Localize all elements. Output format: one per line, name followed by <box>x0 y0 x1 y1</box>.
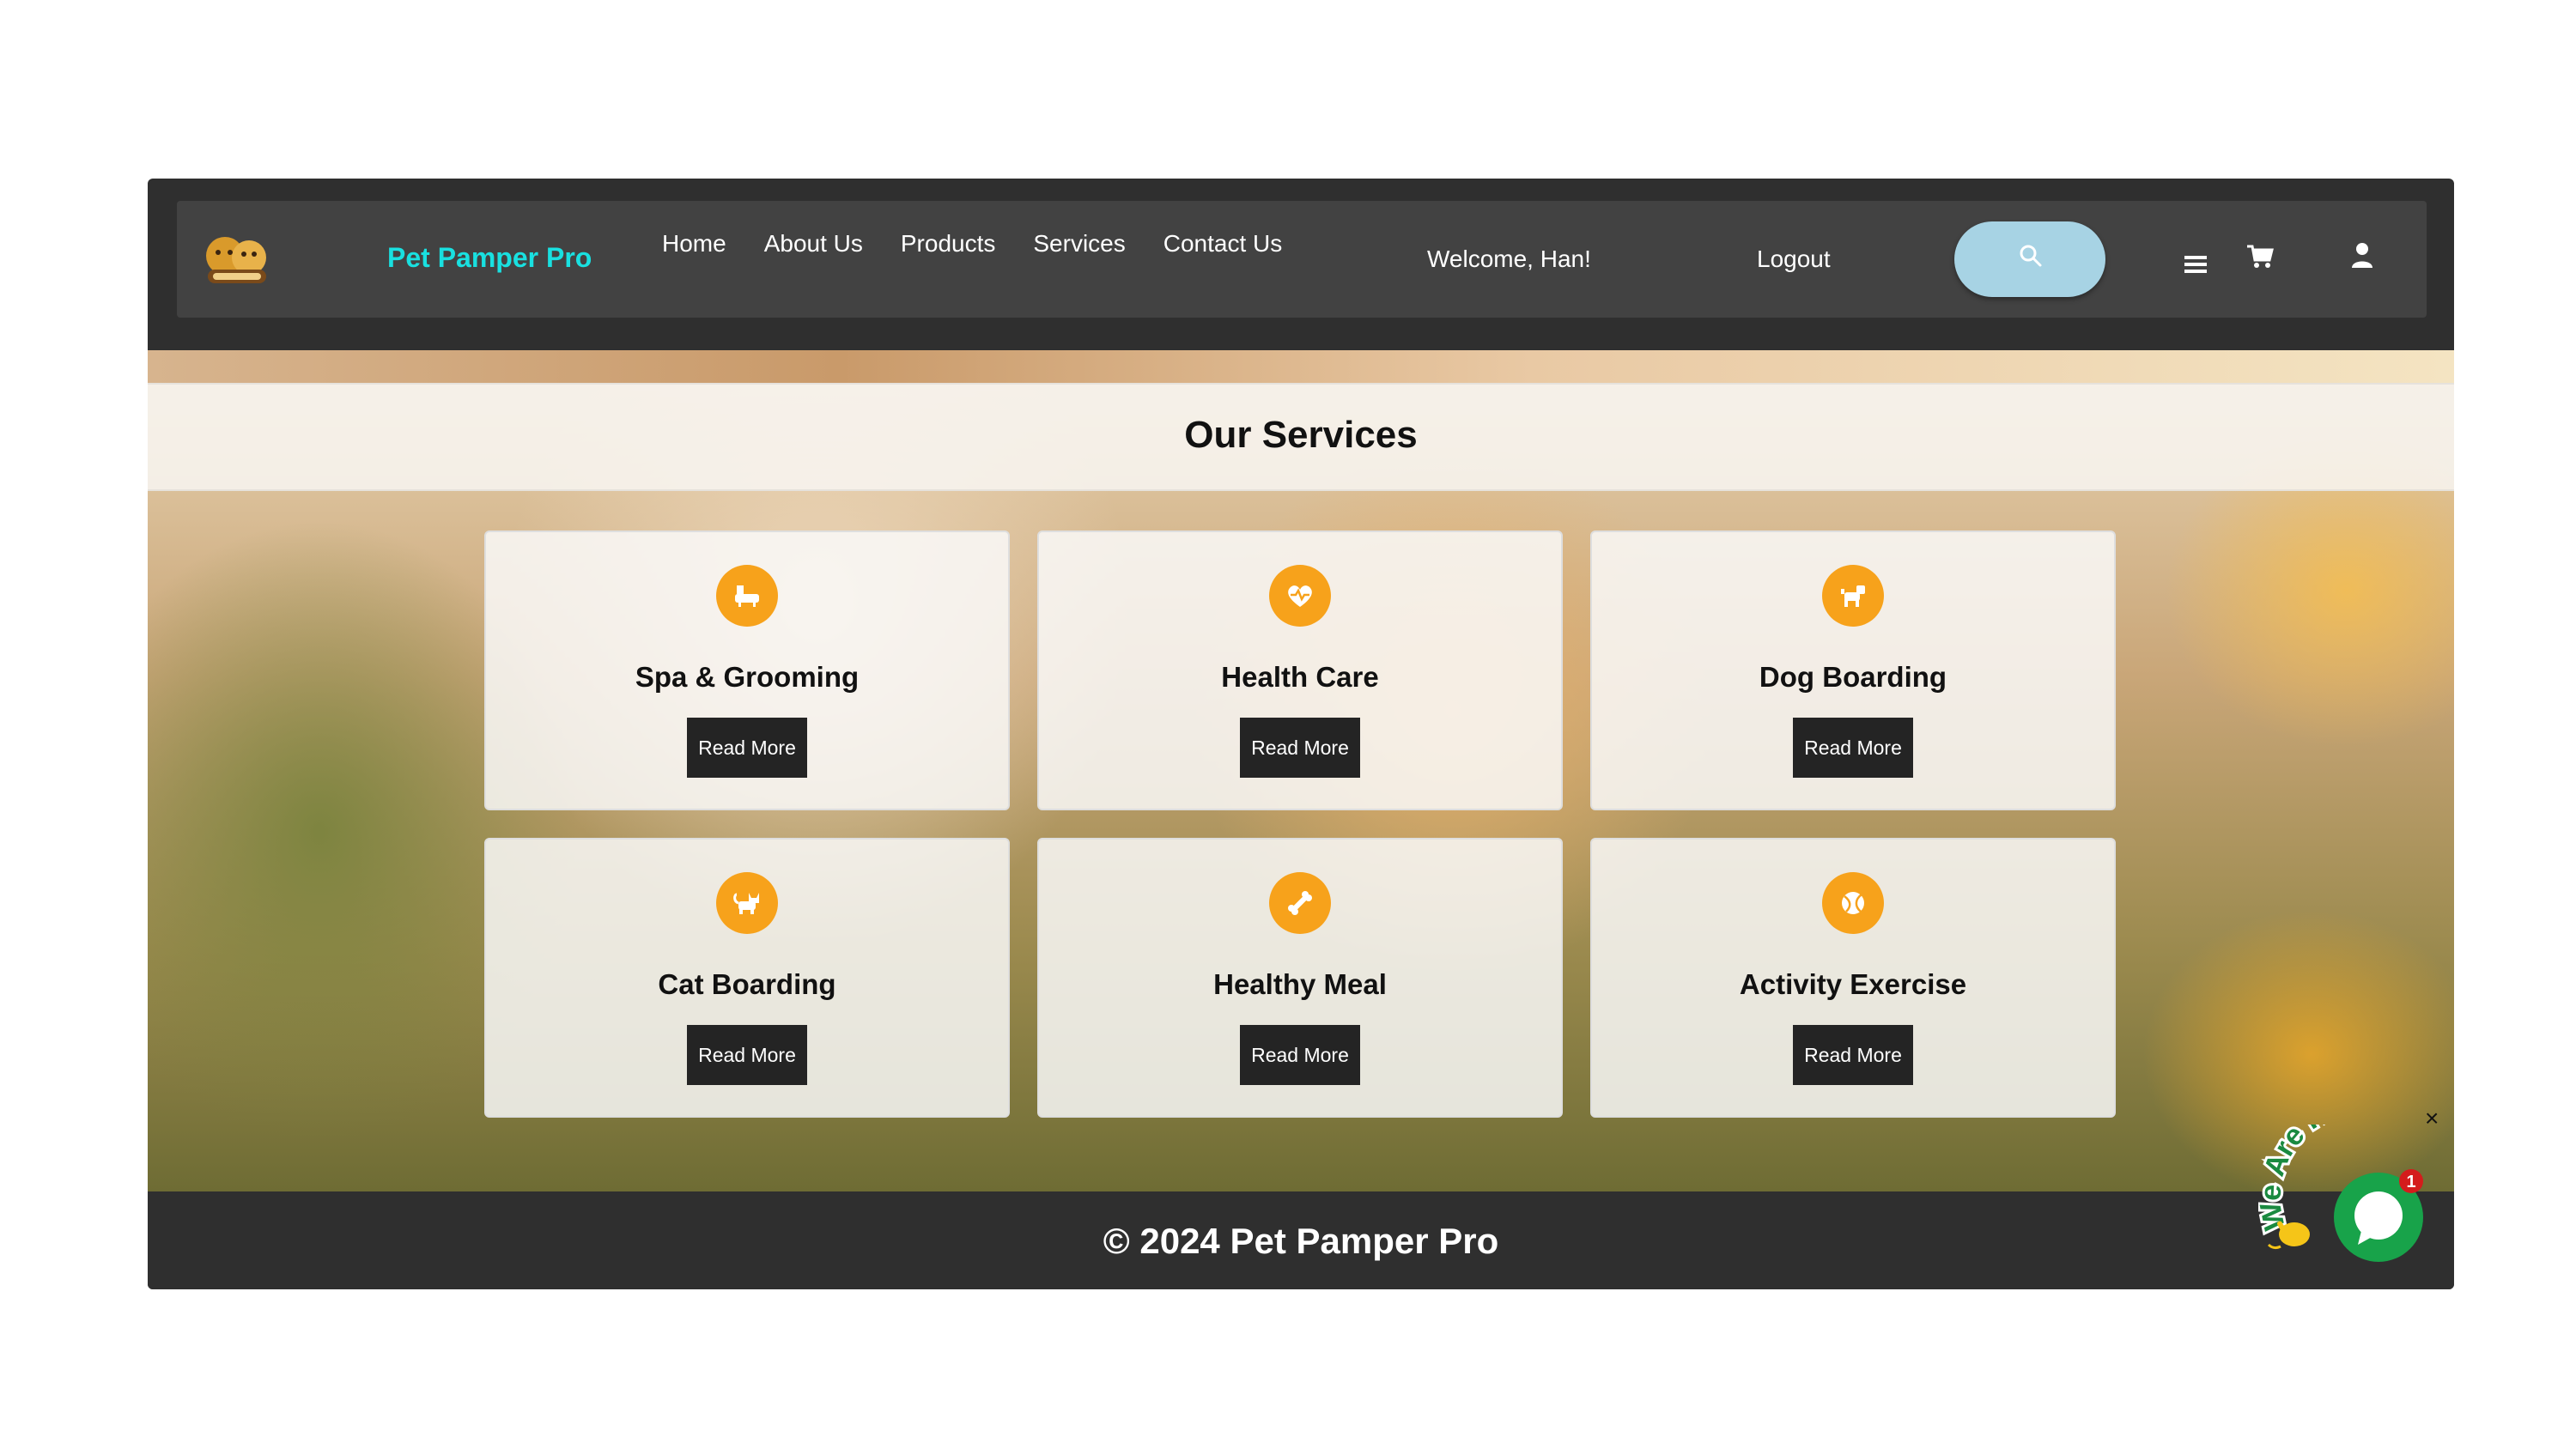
welcome-text: Welcome, Han! <box>1427 246 1591 272</box>
read-more-button[interactable]: Read More <box>1793 718 1913 778</box>
nav-about-us[interactable]: About Us <box>764 230 863 264</box>
service-title: Cat Boarding <box>658 968 836 1000</box>
main-nav: Home About Us Products Services Contact … <box>662 230 1320 264</box>
user-icon[interactable] <box>2351 242 2373 270</box>
brand-name[interactable]: Pet Pamper Pro <box>387 242 592 274</box>
section-title: Our Services <box>1184 414 1418 456</box>
ball-icon <box>1822 872 1884 934</box>
nav-products[interactable]: Products <box>901 230 996 264</box>
search-button[interactable] <box>1954 221 2105 297</box>
service-title: Dog Boarding <box>1759 661 1947 693</box>
section-title-bar: Our Services <box>148 383 2454 491</box>
bone-icon <box>1269 872 1331 934</box>
navbar: Pet Pamper Pro Home About Us Products Se… <box>177 201 2427 318</box>
search-icon <box>2020 245 2042 267</box>
service-card-activity-exercise: Activity Exercise Read More <box>1590 838 2116 1118</box>
app-frame: Pet Pamper Pro Home About Us Products Se… <box>148 179 2454 1289</box>
cat-icon <box>716 872 778 934</box>
dog-icon <box>1822 565 1884 627</box>
service-title: Health Care <box>1221 661 1379 693</box>
chat-widget[interactable]: We Are Here! 1 <box>2251 1083 2456 1269</box>
bathtub-icon <box>716 565 778 627</box>
nav-services[interactable]: Services <box>1033 230 1125 264</box>
logout-link[interactable]: Logout <box>1757 246 1831 273</box>
notification-badge: 1 <box>2399 1169 2423 1193</box>
cart-icon[interactable] <box>2246 244 2274 270</box>
service-card-healthy-meal: Healthy Meal Read More <box>1037 838 1563 1118</box>
read-more-button[interactable]: Read More <box>1240 718 1360 778</box>
read-more-button[interactable]: Read More <box>687 1025 807 1085</box>
footer: © 2024 Pet Pamper Pro <box>148 1191 2454 1289</box>
service-title: Healthy Meal <box>1213 968 1387 1000</box>
read-more-button[interactable]: Read More <box>687 718 807 778</box>
service-title: Activity Exercise <box>1739 968 1967 1000</box>
hero-background-strip <box>148 350 2454 383</box>
heart-pulse-icon <box>1269 565 1331 627</box>
nav-contact-us[interactable]: Contact Us <box>1163 230 1283 264</box>
nav-home[interactable]: Home <box>662 230 726 264</box>
service-card-spa-grooming: Spa & Grooming Read More <box>484 530 1010 810</box>
service-card-health-care: Health Care Read More <box>1037 530 1563 810</box>
svg-text:1: 1 <box>2406 1173 2415 1191</box>
service-card-cat-boarding: Cat Boarding Read More <box>484 838 1010 1118</box>
read-more-button[interactable]: Read More <box>1793 1025 1913 1085</box>
hamburger-menu-icon[interactable] <box>2184 254 2207 275</box>
footer-copyright: © 2024 Pet Pamper Pro <box>1103 1221 1499 1261</box>
service-card-dog-boarding: Dog Boarding Read More <box>1590 530 2116 810</box>
read-more-button[interactable]: Read More <box>1240 1025 1360 1085</box>
service-title: Spa & Grooming <box>635 661 860 693</box>
pet-shop-logo[interactable] <box>203 230 271 287</box>
services-hero: Our Services Spa & Grooming Read More He… <box>148 350 2454 1209</box>
